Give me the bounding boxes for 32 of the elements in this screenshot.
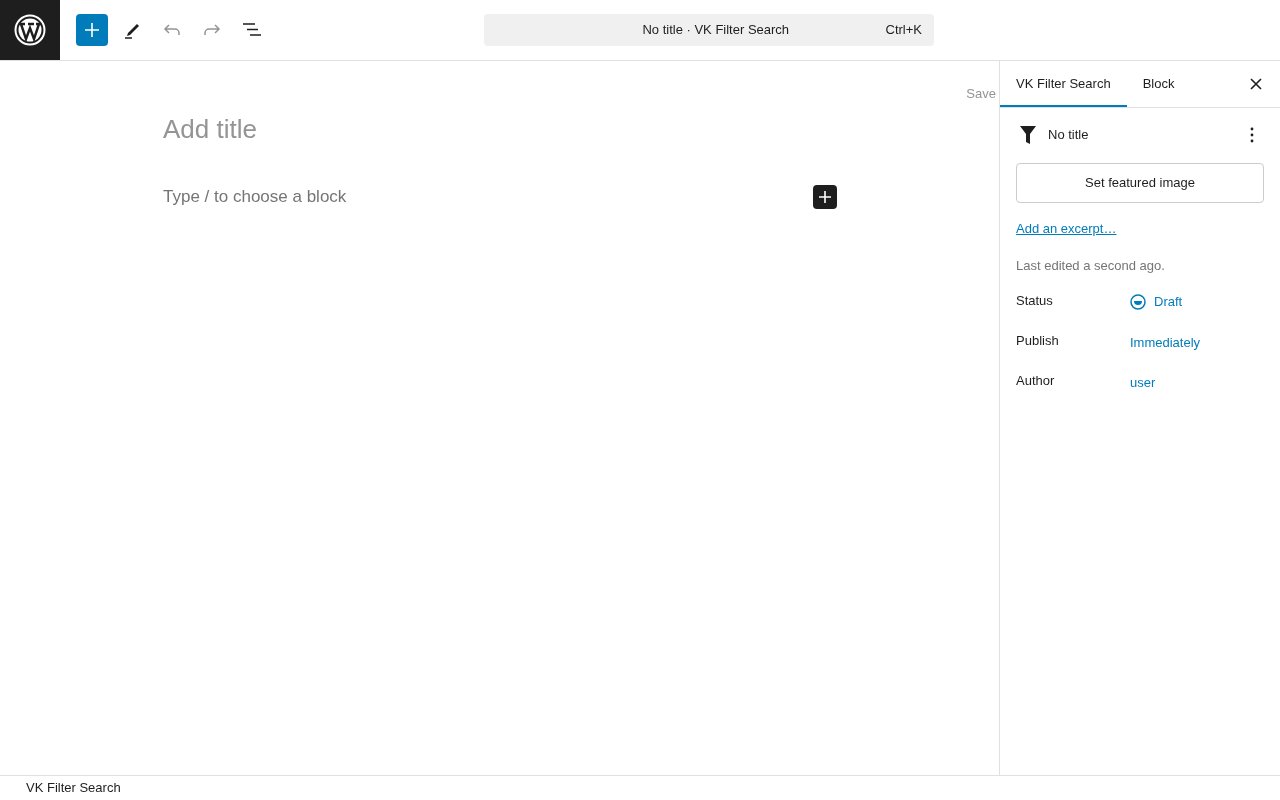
status-button[interactable]: Draft xyxy=(1130,292,1183,312)
redo-icon xyxy=(203,24,221,36)
sidebar-tab[interactable]: VK Filter Search xyxy=(1000,61,1127,107)
field-label: Status xyxy=(1016,292,1054,310)
plus-icon xyxy=(85,23,99,37)
field-label: Author xyxy=(1016,372,1056,390)
funnel-icon xyxy=(1020,126,1036,144)
field-label: Publish xyxy=(1016,331,1060,350)
document-title: No title · VK Filter Search xyxy=(641,21,791,40)
breadcrumb[interactable]: VK Filter Search xyxy=(26,778,121,798)
more-vertical-icon xyxy=(1250,127,1254,143)
save-label: Save xyxy=(966,85,996,103)
block-placeholder[interactable]: Type / to choose a block xyxy=(163,184,347,210)
add-block-button[interactable] xyxy=(813,184,837,209)
field-value-button[interactable]: Immediately xyxy=(1130,332,1201,352)
pencil-icon xyxy=(124,21,140,39)
undo-icon xyxy=(163,24,181,36)
title-field[interactable]: Add title xyxy=(163,109,837,149)
post-title: No title xyxy=(1048,126,1090,145)
half-circle-icon xyxy=(1130,293,1146,310)
last-edited-text: Last edited a second ago. xyxy=(1016,256,1166,275)
sidebar-tab[interactable]: Block xyxy=(1126,61,1191,107)
shortcut-hint: Ctrl+K xyxy=(885,21,922,40)
wordpress-logo-button[interactable] xyxy=(0,0,60,60)
close-icon xyxy=(1250,78,1262,90)
add-excerpt-link[interactable]: Add an excerpt… xyxy=(1016,219,1117,239)
wordpress-logo-icon xyxy=(14,14,46,46)
field-value-button[interactable]: user xyxy=(1130,373,1156,393)
command-bar[interactable]: No title · VK Filter Search Ctrl+K xyxy=(484,14,934,46)
plus-icon xyxy=(819,190,831,203)
list-view-icon xyxy=(242,23,262,37)
set-featured-image-button[interactable]: Set featured image xyxy=(1016,163,1264,203)
